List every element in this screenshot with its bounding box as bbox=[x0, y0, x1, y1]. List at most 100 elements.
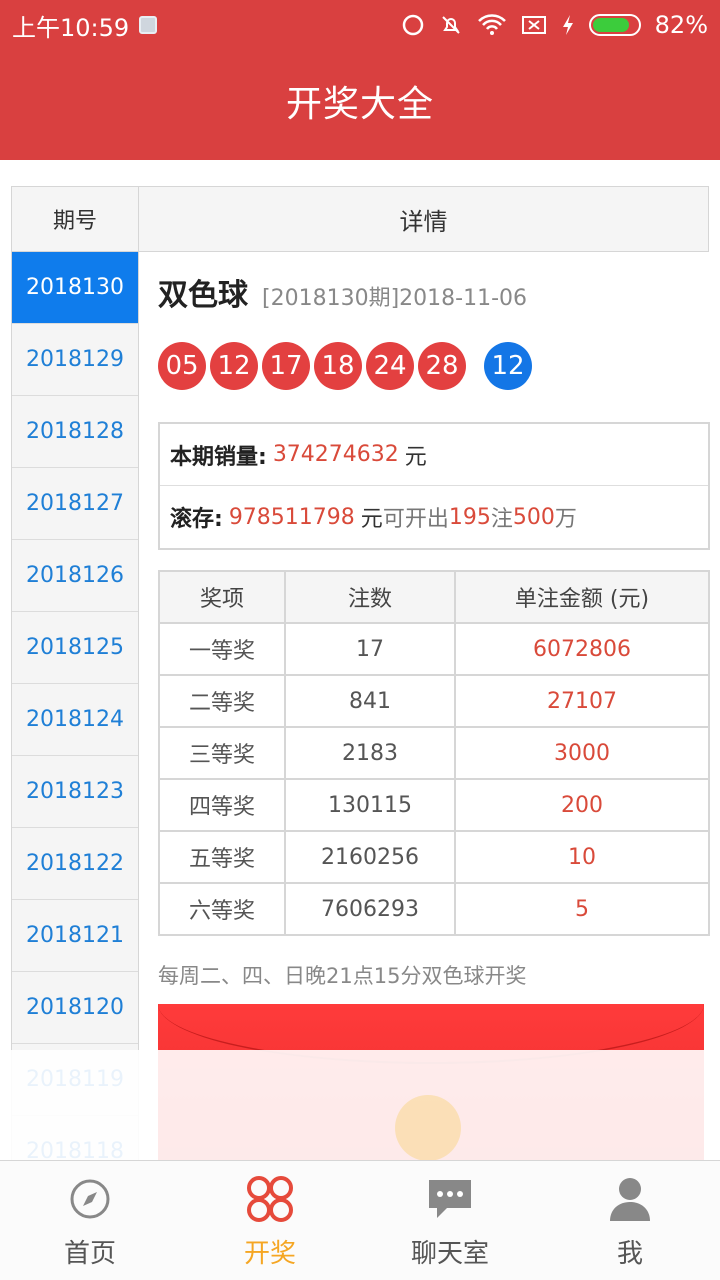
status-bar: 上午10:59 82% bbox=[0, 0, 720, 50]
table-row: 三等奖 2183 3000 bbox=[158, 726, 710, 780]
prize-name: 六等奖 bbox=[158, 882, 286, 936]
prize-table-header: 奖项 注数 单注金额 (元) bbox=[158, 570, 710, 624]
prize-name: 一等奖 bbox=[158, 622, 286, 676]
period-item[interactable]: 2018120 bbox=[12, 972, 138, 1044]
prize-amount: 5 bbox=[454, 882, 710, 936]
red-ball: 05 bbox=[158, 342, 206, 390]
prize-name: 四等奖 bbox=[158, 778, 286, 832]
pool-label: 滚存: bbox=[170, 507, 223, 532]
col-amount: 单注金额 (元) bbox=[454, 570, 710, 624]
sales-box: 本期销量: 374274632 元 滚存: 978511798 元 可开出 19… bbox=[158, 422, 710, 550]
prize-count: 841 bbox=[284, 674, 456, 728]
detail-panel: 双色球 [2018130期]2018-11-06 05 12 17 18 24 28 12 … bbox=[158, 252, 710, 1174]
pool-text-1: 可开出 bbox=[382, 507, 449, 532]
red-ball: 24 bbox=[366, 342, 414, 390]
page-title: 开奖大全 bbox=[285, 84, 434, 125]
draw-schedule-note: 每周二、四、日晚21点15分双色球开奖 bbox=[158, 964, 527, 988]
battery-percent: 82% bbox=[654, 11, 708, 39]
sales-value: 374274632 bbox=[272, 442, 399, 467]
prize-name: 三等奖 bbox=[158, 726, 286, 780]
prize-count: 7606293 bbox=[284, 882, 456, 936]
status-time-group: 上午10:59 bbox=[12, 8, 158, 43]
nav-lottery-label: 开奖 bbox=[243, 1239, 296, 1269]
period-item[interactable]: 2018130 bbox=[12, 252, 138, 324]
pool-line: 滚存: 978511798 元 可开出 195 注 500 万 bbox=[160, 486, 708, 548]
pool-text-2: 注 bbox=[490, 507, 513, 532]
game-issue: [2018130期]2018-11-06 bbox=[262, 286, 527, 311]
clover-icon bbox=[242, 1171, 298, 1227]
period-item[interactable]: 2018127 bbox=[12, 468, 138, 540]
red-ball: 12 bbox=[210, 342, 258, 390]
sales-line: 本期销量: 374274632 元 bbox=[160, 424, 708, 486]
table-row: 二等奖 841 27107 bbox=[158, 674, 710, 728]
table-row: 五等奖 2160256 10 bbox=[158, 830, 710, 884]
status-icons: 82% bbox=[401, 11, 708, 39]
nav-chat-label: 聊天室 bbox=[410, 1239, 489, 1269]
battery-icon bbox=[588, 14, 641, 36]
prize-amount: 27107 bbox=[454, 674, 710, 728]
notification-icon bbox=[139, 16, 158, 34]
sync-icon bbox=[402, 14, 423, 36]
nav-me[interactable]: 我 bbox=[540, 1161, 720, 1280]
pool-value: 978511798 bbox=[228, 504, 355, 530]
red-ball: 28 bbox=[418, 342, 466, 390]
nav-chat[interactable]: 聊天室 bbox=[360, 1161, 540, 1280]
period-item[interactable]: 2018128 bbox=[12, 396, 138, 468]
period-item[interactable]: 2018122 bbox=[12, 828, 138, 900]
prize-count: 17 bbox=[284, 622, 456, 676]
period-item[interactable]: 2018129 bbox=[12, 324, 138, 396]
battery-fill bbox=[592, 18, 629, 32]
table-row: 四等奖 130115 200 bbox=[158, 778, 710, 832]
sales-unit: 元 bbox=[404, 444, 427, 470]
sales-label: 本期销量: bbox=[170, 444, 267, 470]
period-items: 2018130 2018129 2018128 2018127 2018126 20181… bbox=[12, 252, 138, 1166]
winning-balls: 05 12 17 18 24 28 12 bbox=[158, 342, 710, 390]
mute-bell-icon bbox=[441, 16, 460, 34]
period-item[interactable]: 2018126 bbox=[12, 540, 138, 612]
prize-name: 五等奖 bbox=[158, 830, 286, 884]
game-name: 双色球 bbox=[158, 278, 248, 313]
table-row: 一等奖 17 6072806 bbox=[158, 622, 710, 676]
red-ball: 18 bbox=[314, 342, 362, 390]
game-title-row: 双色球 [2018130期]2018-11-06 bbox=[158, 270, 710, 314]
period-item[interactable]: 2018124 bbox=[12, 684, 138, 756]
red-ball: 17 bbox=[262, 342, 310, 390]
prize-amount: 200 bbox=[454, 778, 710, 832]
prize-count: 130115 bbox=[284, 778, 456, 832]
compass-icon bbox=[62, 1171, 118, 1227]
col-count: 注数 bbox=[284, 570, 456, 624]
period-list[interactable]: 期号 2018130 2018129 2018128 2018127 2018126 20… bbox=[11, 186, 139, 1166]
app-header: 上午10:59 82% 开奖大全 bbox=[0, 0, 720, 160]
period-item[interactable]: 2018121 bbox=[12, 900, 138, 972]
pool-text-3: 万 bbox=[554, 507, 577, 532]
no-sim-icon bbox=[521, 16, 546, 34]
period-list-header: 期号 bbox=[12, 186, 138, 252]
blue-ball: 12 bbox=[484, 342, 532, 390]
period-item[interactable]: 2018123 bbox=[12, 756, 138, 828]
charging-icon bbox=[562, 15, 573, 35]
table-row: 六等奖 7606293 5 bbox=[158, 882, 710, 936]
prize-amount: 6072806 bbox=[454, 622, 710, 676]
nav-home[interactable]: 首页 bbox=[0, 1161, 180, 1280]
prize-amount: 10 bbox=[454, 830, 710, 884]
nav-me-label: 我 bbox=[616, 1239, 643, 1269]
pool-unit: 元 bbox=[360, 507, 383, 532]
prize-count: 2183 bbox=[284, 726, 456, 780]
prize-table: 奖项 注数 单注金额 (元) 一等奖 17 6072806 二等奖 841 27107 三等… bbox=[158, 570, 710, 936]
user-icon bbox=[602, 1171, 658, 1227]
nav-home-label: 首页 bbox=[63, 1239, 116, 1269]
pool-count: 195 bbox=[448, 504, 491, 530]
nav-lottery[interactable]: 开奖 bbox=[180, 1161, 360, 1280]
period-item[interactable]: 2018125 bbox=[12, 612, 138, 684]
prize-amount: 3000 bbox=[454, 726, 710, 780]
status-time: 上午10:59 bbox=[12, 13, 130, 42]
col-prize: 奖项 bbox=[158, 570, 286, 624]
prize-count: 2160256 bbox=[284, 830, 456, 884]
prize-name: 二等奖 bbox=[158, 674, 286, 728]
bottom-nav: 首页 开奖 聊天室 我 bbox=[0, 1160, 720, 1280]
wifi-icon bbox=[477, 14, 506, 35]
pool-amount: 500 bbox=[512, 504, 555, 530]
scroll-fade-overlay bbox=[0, 1050, 720, 1160]
chat-icon bbox=[422, 1171, 478, 1227]
detail-header: 详情 bbox=[139, 186, 709, 252]
